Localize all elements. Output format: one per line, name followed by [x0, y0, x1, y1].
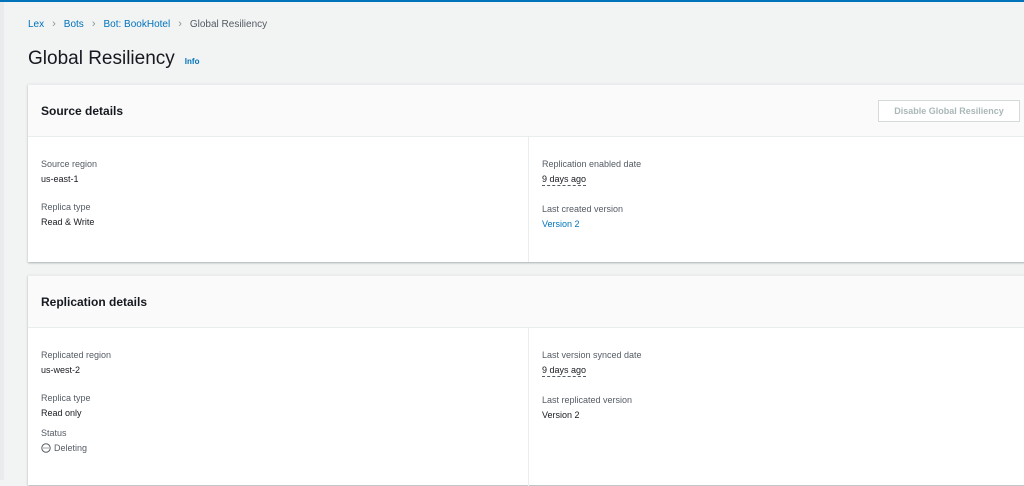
replicated-region-label: Replicated region	[41, 350, 112, 360]
last-created-version-label: Last created version	[542, 204, 624, 214]
replicated-version-value: Version 2	[542, 410, 580, 420]
page-title: Global Resiliency	[28, 48, 175, 69]
replica-type-label: Replica type	[41, 202, 91, 212]
chevron-right-icon: ›	[178, 18, 182, 30]
replica-type-value: Read & Write	[41, 217, 95, 227]
card-title: Replication details	[41, 295, 148, 309]
replicated-region-value: us-west-2	[41, 365, 81, 375]
page-header: Global Resiliency Info	[28, 48, 199, 70]
source-region-label: Source region	[41, 159, 98, 169]
pending-icon	[41, 443, 51, 453]
breadcrumb-lex[interactable]: Lex	[28, 19, 44, 30]
synced-date-label: Last version synced date	[542, 350, 642, 360]
chevron-right-icon: ›	[91, 18, 96, 30]
replica-type-label: Replica type	[41, 393, 91, 403]
top-accent-bar	[0, 0, 1024, 2]
enabled-date-label: Replication enabled date	[542, 159, 642, 169]
breadcrumb-bot[interactable]: Bot: BookHotel	[103, 19, 170, 30]
card-title: Source details	[41, 104, 124, 118]
replication-details-card: Replication details Replicated region us…	[28, 275, 1024, 486]
info-link[interactable]: Info	[185, 57, 200, 66]
last-created-version-link[interactable]: Version 2	[542, 219, 1015, 229]
status-badge: Deleting	[41, 443, 515, 453]
source-details-card: Source details Disable Global Resiliency…	[28, 84, 1024, 262]
disable-global-resiliency-button[interactable]: Disable Global Resiliency	[878, 100, 1020, 122]
breadcrumb: Lex › Bots › Bot: BookHotel › Global Resili…	[28, 18, 267, 30]
replicated-version-label: Last replicated version	[542, 395, 633, 405]
breadcrumb-current: Global Resiliency	[189, 18, 268, 30]
source-region-value: us-east-1	[41, 174, 79, 184]
chevron-right-icon: ›	[52, 18, 56, 30]
status-label: Status	[41, 428, 67, 438]
status-value: Deleting	[54, 443, 88, 453]
breadcrumb-bots[interactable]: Bots	[64, 19, 84, 30]
enabled-date-value[interactable]: 9 days ago	[542, 174, 587, 186]
replica-type-value: Read only	[41, 408, 82, 418]
synced-date-value[interactable]: 9 days ago	[542, 365, 587, 377]
side-nav-strip	[0, 2, 4, 480]
